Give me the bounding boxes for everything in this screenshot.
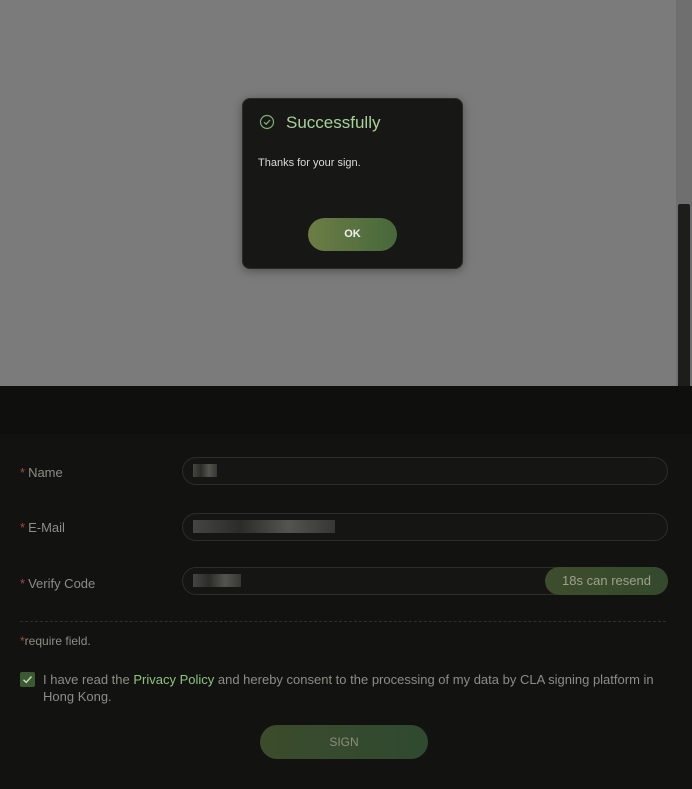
redacted-value bbox=[193, 464, 217, 477]
verify-code-label-text: Verify Code bbox=[28, 576, 96, 591]
name-field[interactable] bbox=[182, 457, 668, 485]
privacy-policy-link[interactable]: Privacy Policy bbox=[133, 672, 214, 687]
sign-form: * Name * E-Mail * Verify Code 18s can resen… bbox=[0, 434, 692, 789]
scrollbar-thumb[interactable] bbox=[678, 204, 690, 394]
consent-text: I have read the Privacy Policy and hereb… bbox=[43, 671, 673, 705]
scrollbar[interactable] bbox=[676, 0, 692, 398]
consent-text-before: I have read the bbox=[43, 672, 134, 687]
redacted-value bbox=[193, 574, 241, 587]
panel-header-strip bbox=[0, 386, 692, 434]
resend-button[interactable]: 18s can resend bbox=[545, 567, 668, 595]
required-mark: * bbox=[20, 576, 26, 591]
sign-button[interactable]: SIGN bbox=[260, 725, 428, 759]
email-label-text: E-Mail bbox=[28, 520, 65, 535]
success-dialog: Successfully Thanks for your sign. OK bbox=[242, 98, 463, 269]
require-field-text: require field. bbox=[24, 634, 91, 648]
divider bbox=[20, 621, 666, 622]
require-field-note: *require field. bbox=[20, 634, 91, 648]
dialog-title: Successfully bbox=[286, 113, 381, 132]
dialog-message: Thanks for your sign. bbox=[258, 157, 361, 169]
email-field[interactable] bbox=[182, 513, 668, 541]
email-label: * E-Mail bbox=[20, 520, 65, 535]
checkmark-icon bbox=[23, 676, 33, 684]
required-mark: * bbox=[20, 520, 26, 535]
verify-code-field[interactable]: 18s can resend bbox=[182, 567, 668, 595]
redacted-value bbox=[193, 520, 335, 533]
verify-code-label: * Verify Code bbox=[20, 576, 95, 591]
ok-button[interactable]: OK bbox=[308, 218, 397, 251]
name-label-text: Name bbox=[28, 465, 63, 480]
check-circle-icon bbox=[259, 114, 275, 130]
name-label: * Name bbox=[20, 465, 63, 480]
consent-checkbox[interactable] bbox=[20, 672, 35, 687]
required-mark: * bbox=[20, 465, 26, 480]
